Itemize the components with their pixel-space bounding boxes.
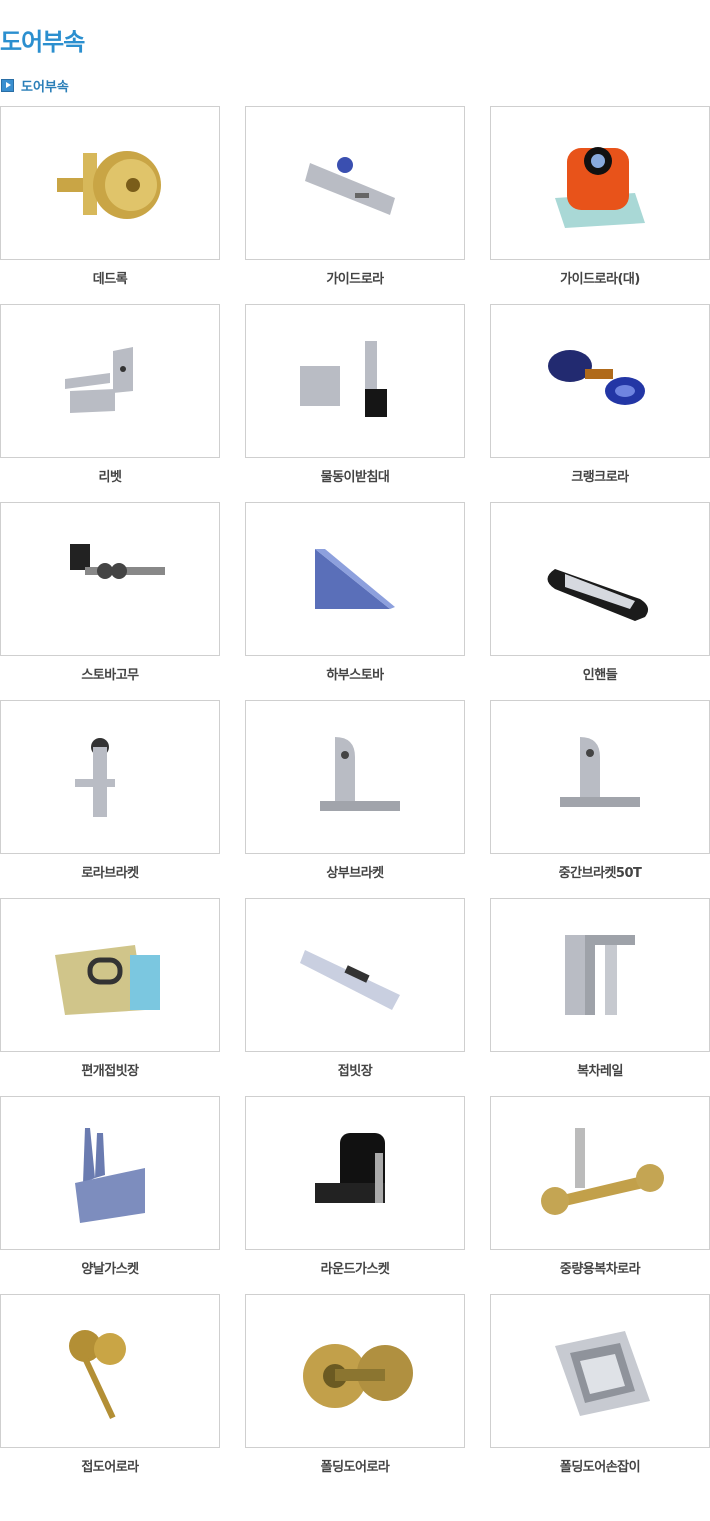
product-thumbnail[interactable] bbox=[490, 502, 710, 656]
product-card[interactable]: 스토바고무 bbox=[0, 502, 220, 700]
product-name[interactable]: 가이드로라(대) bbox=[490, 268, 710, 287]
deadlock-icon bbox=[57, 151, 161, 219]
product-name[interactable]: 폴딩도어손잡이 bbox=[490, 1456, 710, 1475]
hinge-latch-icon bbox=[55, 945, 160, 1015]
product-name[interactable]: 상부브라켓 bbox=[245, 862, 465, 881]
play-square-icon bbox=[1, 78, 14, 92]
folding-door-handle-icon bbox=[555, 1331, 650, 1416]
product-name[interactable]: 라운드가스켓 bbox=[245, 1258, 465, 1277]
product-name[interactable]: 크랭크로라 bbox=[490, 466, 710, 485]
product-thumbnail[interactable] bbox=[0, 700, 220, 854]
section-header: 도어부속 bbox=[1, 76, 69, 95]
roller-bracket-icon bbox=[75, 738, 115, 817]
product-name[interactable]: 로라브라켓 bbox=[0, 862, 220, 881]
heavy-double-roller-icon bbox=[541, 1128, 664, 1215]
product-thumbnail[interactable] bbox=[0, 304, 220, 458]
product-name[interactable]: 데드록 bbox=[0, 268, 220, 287]
lower-stopper-icon bbox=[315, 549, 395, 609]
product-thumbnail[interactable] bbox=[245, 898, 465, 1052]
product-thumbnail[interactable] bbox=[245, 700, 465, 854]
product-thumbnail[interactable] bbox=[490, 898, 710, 1052]
product-card[interactable]: 라운드가스켓 bbox=[245, 1096, 465, 1294]
product-thumbnail[interactable] bbox=[0, 502, 220, 656]
product-card[interactable]: 인핸들 bbox=[490, 502, 710, 700]
product-thumbnail[interactable] bbox=[245, 1294, 465, 1448]
support-stand-icon bbox=[300, 341, 387, 417]
product-card[interactable]: 편개접빗장 bbox=[0, 898, 220, 1096]
product-card[interactable]: 리벳 bbox=[0, 304, 220, 502]
guide-roller-large-icon bbox=[555, 147, 645, 228]
product-card[interactable]: 폴딩도어로라 bbox=[245, 1294, 465, 1492]
stopper-bolt-icon bbox=[70, 544, 165, 579]
product-thumbnail[interactable] bbox=[490, 304, 710, 458]
flat-latch-icon bbox=[300, 950, 400, 1010]
product-thumbnail[interactable] bbox=[0, 106, 220, 260]
crank-roller-icon bbox=[548, 350, 645, 405]
product-thumbnail[interactable] bbox=[245, 1096, 465, 1250]
product-card[interactable]: 중량용복차로라 bbox=[490, 1096, 710, 1294]
double-blade-gasket-icon bbox=[75, 1128, 145, 1223]
product-name[interactable]: 리벳 bbox=[0, 466, 220, 485]
product-card[interactable]: 물동이받침대 bbox=[245, 304, 465, 502]
product-name[interactable]: 스토바고무 bbox=[0, 664, 220, 683]
product-card[interactable]: 복차레일 bbox=[490, 898, 710, 1096]
product-thumbnail[interactable] bbox=[0, 898, 220, 1052]
product-card[interactable]: 양날가스켓 bbox=[0, 1096, 220, 1294]
rivet-bracket-icon bbox=[65, 347, 133, 413]
product-name[interactable]: 양날가스켓 bbox=[0, 1258, 220, 1277]
product-card[interactable]: 데드록 bbox=[0, 106, 220, 304]
folding-roller-wheel-icon bbox=[303, 1344, 413, 1408]
product-card[interactable]: 중간브라켓50T bbox=[490, 700, 710, 898]
product-thumbnail[interactable] bbox=[490, 106, 710, 260]
upper-bracket-icon bbox=[320, 737, 400, 811]
product-name[interactable]: 하부스토바 bbox=[245, 664, 465, 683]
product-thumbnail[interactable] bbox=[245, 502, 465, 656]
product-card[interactable]: 로라브라켓 bbox=[0, 700, 220, 898]
product-thumbnail[interactable] bbox=[245, 304, 465, 458]
product-thumbnail[interactable] bbox=[0, 1294, 220, 1448]
section-label: 도어부속 bbox=[21, 79, 69, 95]
product-card[interactable]: 가이드로라(대) bbox=[490, 106, 710, 304]
product-thumbnail[interactable] bbox=[490, 700, 710, 854]
product-card[interactable]: 가이드로라 bbox=[245, 106, 465, 304]
inner-handle-icon bbox=[547, 569, 649, 621]
double-rail-icon bbox=[565, 935, 635, 1015]
product-card[interactable]: 접도어로라 bbox=[0, 1294, 220, 1492]
guide-roller-icon bbox=[305, 157, 395, 215]
product-name[interactable]: 복차레일 bbox=[490, 1060, 710, 1079]
product-name[interactable]: 접빗장 bbox=[245, 1060, 465, 1079]
product-name[interactable]: 물동이받침대 bbox=[245, 466, 465, 485]
product-thumbnail[interactable] bbox=[490, 1294, 710, 1448]
product-card[interactable]: 하부스토바 bbox=[245, 502, 465, 700]
round-gasket-icon bbox=[315, 1133, 385, 1203]
product-name[interactable]: 접도어로라 bbox=[0, 1456, 220, 1475]
product-name[interactable]: 중량용복차로라 bbox=[490, 1258, 710, 1277]
product-card[interactable]: 접빗장 bbox=[245, 898, 465, 1096]
product-card[interactable]: 폴딩도어손잡이 bbox=[490, 1294, 710, 1492]
middle-bracket-icon bbox=[560, 737, 640, 807]
product-card[interactable]: 상부브라켓 bbox=[245, 700, 465, 898]
product-name[interactable]: 인핸들 bbox=[490, 664, 710, 683]
product-thumbnail[interactable] bbox=[0, 1096, 220, 1250]
product-name[interactable]: 편개접빗장 bbox=[0, 1060, 220, 1079]
product-name[interactable]: 가이드로라 bbox=[245, 268, 465, 287]
product-thumbnail[interactable] bbox=[245, 106, 465, 260]
product-name[interactable]: 폴딩도어로라 bbox=[245, 1456, 465, 1475]
folding-door-roller-icon bbox=[69, 1330, 126, 1419]
product-name[interactable]: 중간브라켓50T bbox=[490, 862, 710, 881]
page-title: 도어부속 bbox=[0, 28, 85, 56]
product-card[interactable]: 크랭크로라 bbox=[490, 304, 710, 502]
product-thumbnail[interactable] bbox=[490, 1096, 710, 1250]
